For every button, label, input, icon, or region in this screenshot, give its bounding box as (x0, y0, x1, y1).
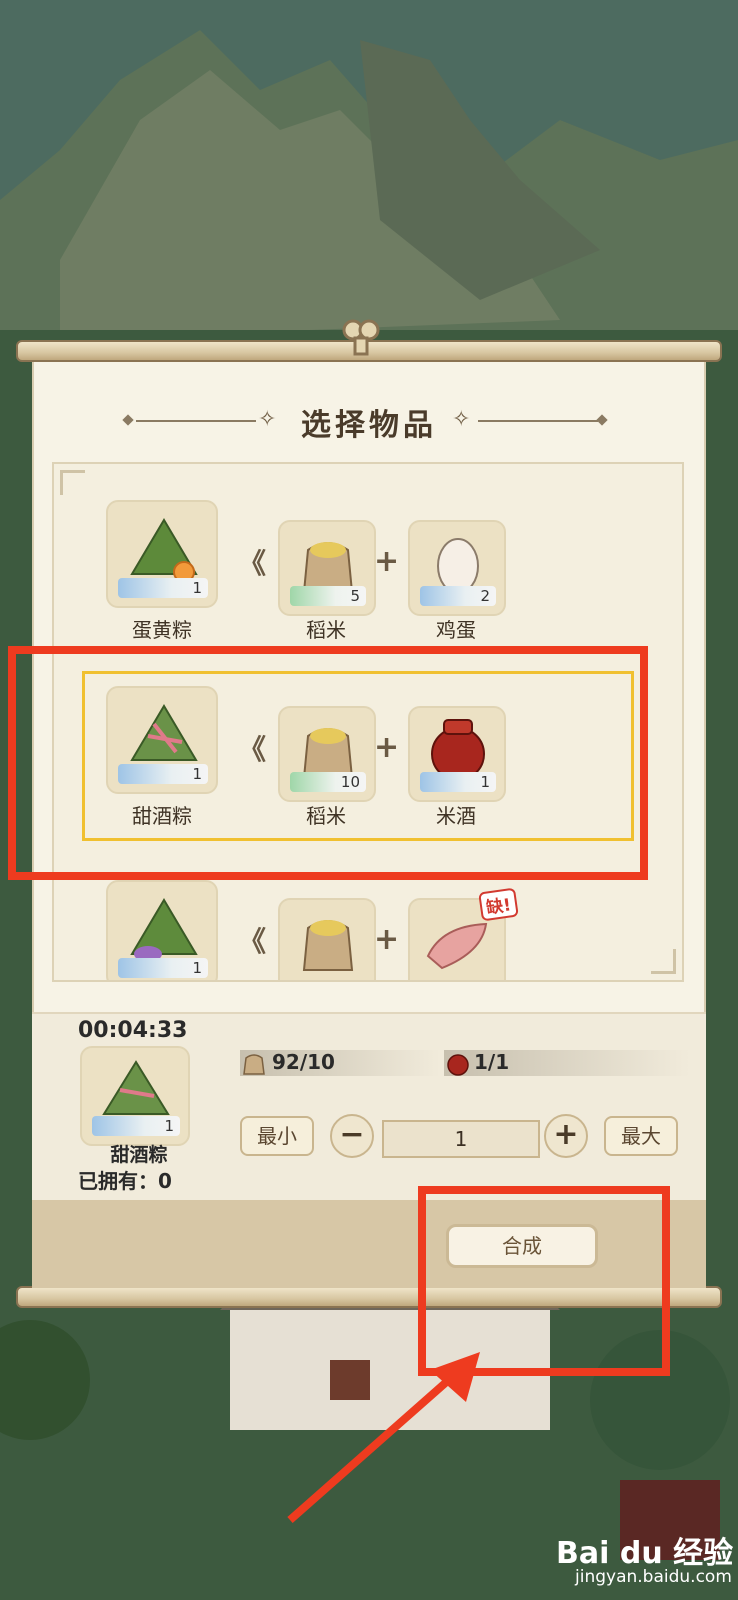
plus-icon: + (374, 922, 400, 957)
product-name: 蛋黄粽 (132, 618, 192, 642)
craft-timer: 00:04:33 (78, 1018, 188, 1043)
annotation-arrow-icon (287, 1352, 480, 1523)
wine-jar-icon (447, 1054, 469, 1076)
plus-icon: + (374, 544, 400, 579)
product-count: 1 (118, 578, 208, 598)
ingredient-name: 鸡蛋 (436, 618, 476, 642)
watermark-url: jingyan.baidu.com (575, 1567, 732, 1587)
title-ornament-line-right (478, 420, 598, 422)
ingredient-tile: 5 (278, 520, 376, 616)
material-bar (240, 1050, 440, 1076)
pork-meat-icon (426, 922, 488, 970)
rice-sack-icon (302, 920, 354, 971)
max-button[interactable]: 最大 (604, 1116, 678, 1156)
increase-button[interactable]: + (544, 1114, 588, 1158)
ingredient-name: 稻米 (306, 618, 346, 642)
decrease-button[interactable]: − (330, 1114, 374, 1158)
selected-product-name: 甜酒粽 (110, 1144, 168, 1166)
owned-count: 已拥有：0 (78, 1169, 172, 1193)
wine-material-count: 1/1 (474, 1050, 510, 1074)
product-count: 1 (118, 958, 208, 978)
ingredient-tile: 2 (408, 520, 506, 616)
quantity-input[interactable]: 1 (382, 1120, 540, 1158)
recipe-row[interactable]: 1 蛋黄粽 《 5 稻米 + 2 鸡蛋 (54, 494, 682, 654)
rice-sack-icon (243, 1054, 265, 1075)
corner-ornament (60, 470, 85, 495)
product-tile[interactable]: 1 (106, 880, 218, 980)
baidu-brand-watermark: Bai du 经验 (556, 1536, 734, 1571)
ingredient-count: 5 (290, 586, 366, 606)
ingredient-tile (278, 898, 376, 980)
annotation-highlight-recipe (8, 646, 648, 880)
recipe-row[interactable]: 1 《 + 缺! (54, 872, 682, 980)
ingredient-count: 2 (420, 586, 496, 606)
selected-product-tile: 1 (80, 1046, 190, 1146)
title-swirl-right-icon: ✧ (452, 407, 471, 432)
scroll-knot-ornament (342, 319, 380, 356)
missing-badge: 缺! (478, 887, 519, 922)
product-tile[interactable]: 1 (106, 500, 218, 608)
recipe-arrow-icon: 《 (238, 547, 267, 580)
dialog-title: 选择物品 (301, 408, 437, 443)
zongzi-sweet-wine-icon (102, 1060, 170, 1115)
recipe-arrow-icon: 《 (238, 925, 267, 958)
zongzi-egg-yolk-icon (130, 518, 198, 583)
min-button[interactable]: 最小 (240, 1116, 314, 1156)
selected-product-count: 1 (92, 1116, 180, 1136)
zongzi-meat-icon (130, 898, 198, 962)
rice-material-count: 92/10 (272, 1050, 335, 1074)
